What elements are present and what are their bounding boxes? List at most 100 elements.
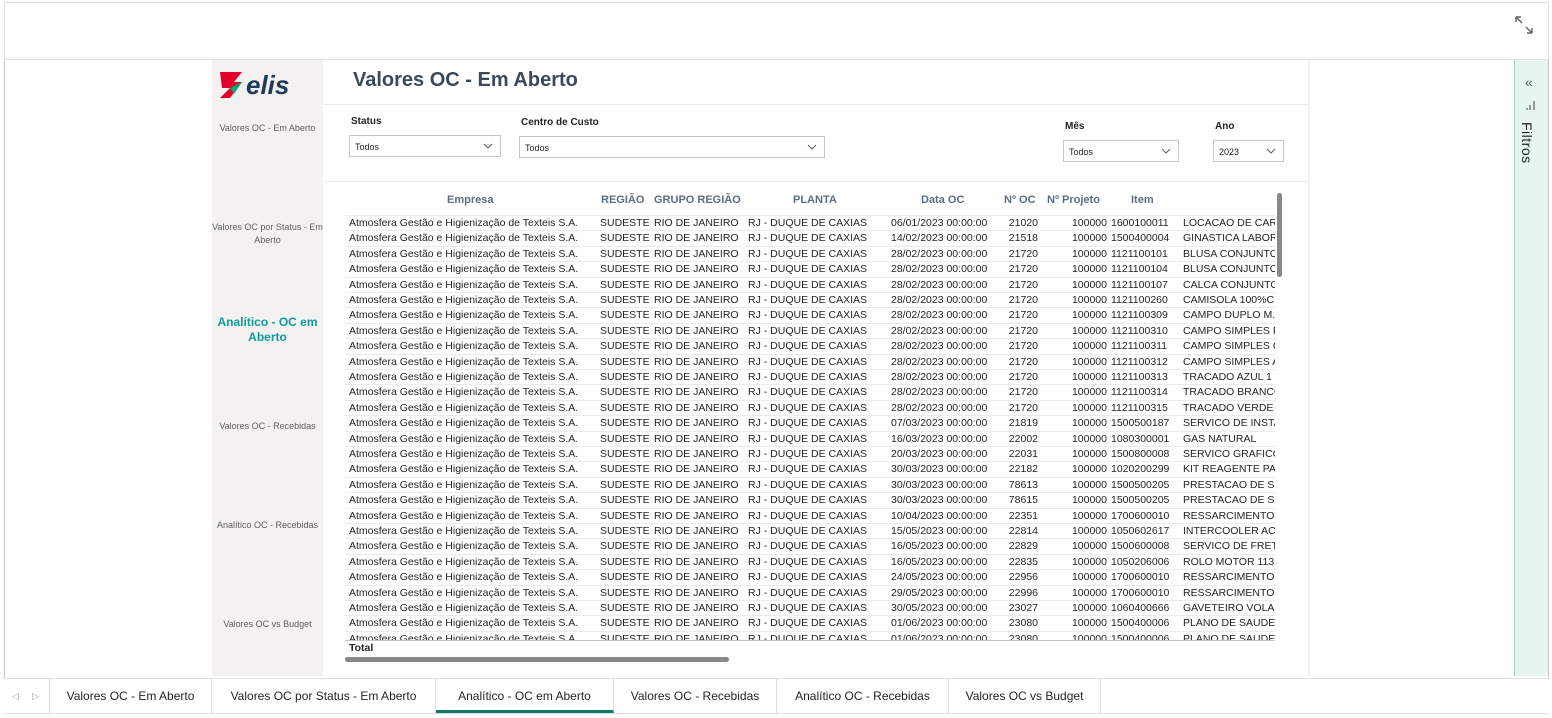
tab-valores-em-aberto[interactable]: Valores OC - Em Aberto [49, 679, 212, 713]
table-row[interactable]: Atmosfera Gestão e Higienização de Texte… [345, 245, 1275, 261]
table-row[interactable]: Atmosfera Gestão e Higienização de Texte… [345, 415, 1275, 430]
cell-numero-projeto: 100000 [1071, 540, 1107, 553]
cell-item-descricao: TRACADO BRANCO [1183, 386, 1275, 399]
table-row[interactable]: Atmosfera Gestão e Higienização de Texte… [345, 215, 1275, 230]
nav-item-analitico-em-aberto[interactable]: Analítico - OC em Aberto [212, 315, 323, 345]
table-row[interactable]: Atmosfera Gestão e Higienização de Texte… [345, 553, 1275, 569]
cell-numero-oc: 23027 [1008, 602, 1038, 614]
table-row[interactable]: Atmosfera Gestão e Higienização de Texte… [345, 446, 1275, 461]
vertical-scrollbar[interactable] [1277, 193, 1282, 277]
table-row[interactable]: Atmosfera Gestão e Higienização de Texte… [345, 276, 1275, 292]
table-row[interactable]: Atmosfera Gestão e Higienização de Texte… [345, 430, 1275, 446]
column-header-numero-projeto[interactable]: Nº Projeto [1047, 194, 1100, 206]
tab-status-em-aberto[interactable]: Valores OC por Status - Em Aberto [212, 679, 436, 713]
nav-item-valores-recebidas[interactable]: Valores OC - Recebidas [212, 420, 323, 433]
tab-scroll-right-icon[interactable]: ▷ [32, 691, 39, 702]
table-row[interactable]: Atmosfera Gestão e Higienização de Texte… [345, 399, 1275, 415]
cell-grupo-regiao: RIO DE JANEIRO [654, 509, 739, 522]
cell-regiao: SUDESTE [600, 586, 650, 599]
table-row[interactable]: Atmosfera Gestão e Higienização de Texte… [345, 476, 1275, 492]
cell-regiao: SUDESTE [600, 602, 650, 614]
table-row[interactable]: Atmosfera Gestão e Higienização de Texte… [345, 261, 1275, 276]
cell-empresa: Atmosfera Gestão e Higienização de Texte… [349, 448, 579, 460]
cell-regiao: SUDESTE [600, 571, 650, 584]
table-row[interactable]: Atmosfera Gestão e Higienização de Texte… [345, 630, 1275, 640]
table-row[interactable]: Atmosfera Gestão e Higienização de Texte… [345, 507, 1275, 523]
table-row[interactable]: Atmosfera Gestão e Higienização de Texte… [345, 538, 1275, 553]
cell-planta: RJ - DUQUE DE CAXIAS [748, 448, 868, 460]
cell-item-codigo: 1121100313 [1111, 371, 1168, 383]
table-row[interactable]: Atmosfera Gestão e Higienização de Texte… [345, 461, 1275, 476]
table-row[interactable]: Atmosfera Gestão e Higienização de Texte… [345, 615, 1275, 630]
cell-item-codigo: 1121100315 [1111, 401, 1168, 414]
cell-numero-oc: 22031 [1008, 448, 1038, 460]
tab-analitico-em-aberto[interactable]: Analítico - OC em Aberto [436, 679, 614, 713]
table-row[interactable]: Atmosfera Gestão e Higienização de Texte… [345, 307, 1275, 322]
table-row[interactable]: Atmosfera Gestão e Higienização de Texte… [345, 230, 1275, 245]
nav-item-analitico-recebidas[interactable]: Analítico OC - Recebidas [212, 519, 323, 532]
cell-item-descricao: CAMPO SIMPLES F [1183, 324, 1275, 337]
table-row[interactable]: Atmosfera Gestão e Higienização de Texte… [345, 338, 1275, 353]
cell-planta: RJ - DUQUE DE CAXIAS [748, 340, 868, 353]
cell-numero-projeto: 100000 [1071, 478, 1107, 491]
centro-custo-slicer[interactable]: Todos [519, 136, 825, 158]
total-divider [345, 640, 1275, 641]
table-row[interactable]: Atmosfera Gestão e Higienização de Texte… [345, 353, 1275, 369]
cell-planta: RJ - DUQUE DE CAXIAS [748, 417, 868, 430]
cell-empresa: Atmosfera Gestão e Higienização de Texte… [349, 309, 579, 322]
column-header-grupo-regiao[interactable]: GRUPO REGIÃO [654, 194, 741, 206]
expand-icon[interactable] [1512, 13, 1536, 37]
cell-grupo-regiao: RIO DE JANEIRO [654, 571, 739, 584]
mes-slicer-label: Mês [1065, 121, 1085, 132]
cell-item-codigo: 1121100314 [1111, 386, 1168, 399]
mes-slicer[interactable]: Todos [1063, 140, 1179, 162]
cell-empresa: Atmosfera Gestão e Higienização de Texte… [349, 494, 579, 507]
tab-valores-recebidas[interactable]: Valores OC - Recebidas [614, 679, 777, 713]
cell-numero-projeto: 100000 [1071, 401, 1107, 414]
horizontal-scrollbar[interactable] [345, 657, 729, 662]
cell-planta: RJ - DUQUE DE CAXIAS [748, 525, 868, 537]
table-row[interactable]: Atmosfera Gestão e Higienização de Texte… [345, 492, 1275, 507]
table-row[interactable]: Atmosfera Gestão e Higienização de Texte… [345, 584, 1275, 600]
collapse-filters-icon[interactable]: « [1525, 74, 1533, 90]
column-header-empresa[interactable]: Empresa [447, 194, 493, 206]
title-divider [323, 104, 1308, 105]
cell-grupo-regiao: RIO DE JANEIRO [654, 494, 739, 507]
cell-empresa: Atmosfera Gestão e Higienização de Texte… [349, 571, 579, 584]
cell-planta: RJ - DUQUE DE CAXIAS [748, 509, 868, 522]
table-row[interactable]: Atmosfera Gestão e Higienização de Texte… [345, 292, 1275, 307]
column-header-planta[interactable]: PLANTA [793, 194, 837, 206]
cell-grupo-regiao: RIO DE JANEIRO [654, 232, 739, 245]
cell-numero-oc: 23080 [1008, 632, 1038, 640]
column-header-item[interactable]: Item [1131, 194, 1154, 206]
cell-regiao: SUDESTE [600, 355, 650, 368]
cell-numero-oc: 21819 [1008, 417, 1038, 430]
cell-data-oc: 16/05/2023 00:00:00 [891, 540, 988, 553]
nav-item-valores-vs-budget[interactable]: Valores OC vs Budget [212, 618, 323, 631]
column-header-numero-oc[interactable]: Nº OC [1004, 194, 1036, 206]
status-slicer[interactable]: Todos [349, 135, 501, 157]
tab-analitico-recebidas[interactable]: Analítico OC - Recebidas [777, 679, 949, 713]
filters-pane[interactable]: « Filtros [1514, 60, 1548, 676]
table-row[interactable]: Atmosfera Gestão e Higienização de Texte… [345, 369, 1275, 384]
column-header-regiao[interactable]: REGIÃO [601, 194, 644, 206]
tab-valores-vs-budget[interactable]: Valores OC vs Budget [949, 679, 1101, 713]
cell-grupo-regiao: RIO DE JANEIRO [654, 463, 739, 476]
table-row[interactable]: Atmosfera Gestão e Higienização de Texte… [345, 569, 1275, 584]
table-row[interactable]: Atmosfera Gestão e Higienização de Texte… [345, 523, 1275, 538]
cell-numero-oc: 21720 [1008, 294, 1038, 306]
column-header-data-oc[interactable]: Data OC [921, 194, 964, 206]
filters-pane-label[interactable]: Filtros [1519, 122, 1535, 164]
table-row[interactable]: Atmosfera Gestão e Higienização de Texte… [345, 322, 1275, 338]
ano-slicer[interactable]: 2023 [1213, 140, 1284, 162]
cell-numero-projeto: 100000 [1071, 340, 1107, 353]
table-row[interactable]: Atmosfera Gestão e Higienização de Texte… [345, 384, 1275, 399]
cell-item-descricao: GAVETEIRO VOLAN [1183, 602, 1275, 614]
nav-item-status-em-aberto[interactable]: Valores OC por Status - Em Aberto [212, 221, 323, 247]
table-row[interactable]: Atmosfera Gestão e Higienização de Texte… [345, 600, 1275, 615]
nav-item-valores-em-aberto[interactable]: Valores OC - Em Aberto [212, 122, 323, 135]
tab-scroll-left-icon[interactable]: ◁ [12, 691, 19, 702]
cell-data-oc: 07/03/2023 00:00:00 [891, 417, 988, 430]
cell-grupo-regiao: RIO DE JANEIRO [654, 478, 739, 491]
cell-numero-oc: 21720 [1008, 386, 1038, 399]
